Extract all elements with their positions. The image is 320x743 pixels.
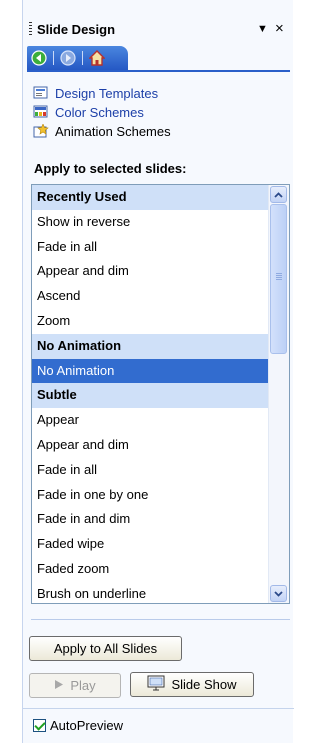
- list-item[interactable]: Faded wipe: [32, 532, 268, 557]
- close-icon[interactable]: ×: [275, 20, 284, 37]
- slide-design-task-pane: Slide Design ▼ × Design Templates Color …: [22, 0, 294, 743]
- scroll-down-button[interactable]: [270, 585, 287, 602]
- list-item[interactable]: Appear and dim: [32, 433, 268, 458]
- task-pane-title: Slide Design: [37, 22, 116, 37]
- nav-separator: [53, 51, 54, 65]
- thumb-grip-icon: [276, 273, 282, 281]
- home-icon[interactable]: [88, 49, 106, 67]
- task-pane-title-bar: Slide Design ▼ ×: [23, 18, 294, 44]
- list-item[interactable]: Appear: [32, 408, 268, 433]
- color-schemes-label: Color Schemes: [55, 104, 144, 120]
- animation-schemes-link[interactable]: Animation Schemes: [33, 122, 171, 140]
- list-item[interactable]: Zoom: [32, 309, 268, 334]
- animation-schemes-icon: [33, 123, 49, 138]
- list-item[interactable]: Brush on underline: [32, 582, 268, 603]
- color-schemes-icon: [33, 105, 49, 119]
- autopreview-label: AutoPreview: [50, 718, 123, 733]
- animation-schemes-label: Animation Schemes: [55, 123, 171, 139]
- footer-divider: [23, 708, 294, 709]
- list-item[interactable]: Appear and dim: [32, 259, 268, 284]
- drag-grip-icon[interactable]: [29, 22, 32, 36]
- triangle-down-icon[interactable]: ▼: [257, 23, 268, 35]
- slide-show-button[interactable]: Slide Show: [130, 672, 254, 697]
- design-templates-icon: [33, 86, 49, 100]
- list-group-header: Recently Used: [32, 185, 268, 210]
- forward-icon[interactable]: [59, 49, 77, 67]
- slide-show-icon: [147, 675, 165, 694]
- color-schemes-link[interactable]: Color Schemes: [33, 103, 171, 121]
- list-item[interactable]: Show in reverse: [32, 210, 268, 235]
- chevron-down-icon: [274, 590, 283, 597]
- list-item[interactable]: Faded zoom: [32, 557, 268, 582]
- list-item[interactable]: Fade in one by one: [32, 483, 268, 508]
- animation-list-items: Recently Used Show in reverse Fade in all A…: [32, 185, 268, 603]
- back-icon[interactable]: [30, 49, 48, 67]
- design-templates-link[interactable]: Design Templates: [33, 84, 171, 102]
- list-item[interactable]: Fade in and dim: [32, 507, 268, 532]
- list-item[interactable]: Fade in all: [32, 235, 268, 260]
- play-label: Play: [70, 678, 96, 693]
- scroll-thumb[interactable]: [270, 204, 287, 354]
- list-item[interactable]: Fade in all: [32, 458, 268, 483]
- list-item[interactable]: No Animation: [32, 358, 268, 384]
- list-group-header: No Animation: [32, 333, 268, 359]
- design-category-links: Design Templates Color Schemes Animation…: [33, 84, 171, 141]
- section-divider: [31, 619, 290, 620]
- play-button[interactable]: Play: [29, 673, 121, 698]
- nav-separator: [82, 51, 83, 65]
- autopreview-checkbox[interactable]: [33, 719, 46, 732]
- list-scrollbar[interactable]: [268, 185, 289, 603]
- chevron-up-icon: [274, 191, 283, 198]
- design-templates-label: Design Templates: [55, 85, 159, 101]
- autopreview-option[interactable]: AutoPreview: [33, 718, 123, 733]
- apply-to-all-slides-button[interactable]: Apply to All Slides: [29, 636, 182, 661]
- play-icon: [54, 678, 64, 693]
- scroll-up-button[interactable]: [270, 186, 287, 203]
- task-pane-nav-toolbar: [27, 46, 128, 70]
- list-group-header: Subtle: [32, 383, 268, 409]
- apply-heading: Apply to selected slides:: [34, 161, 187, 176]
- list-item[interactable]: Ascend: [32, 284, 268, 309]
- animation-schemes-list[interactable]: Recently Used Show in reverse Fade in all A…: [31, 184, 290, 604]
- nav-rule: [27, 70, 290, 72]
- slide-show-label: Slide Show: [171, 677, 237, 692]
